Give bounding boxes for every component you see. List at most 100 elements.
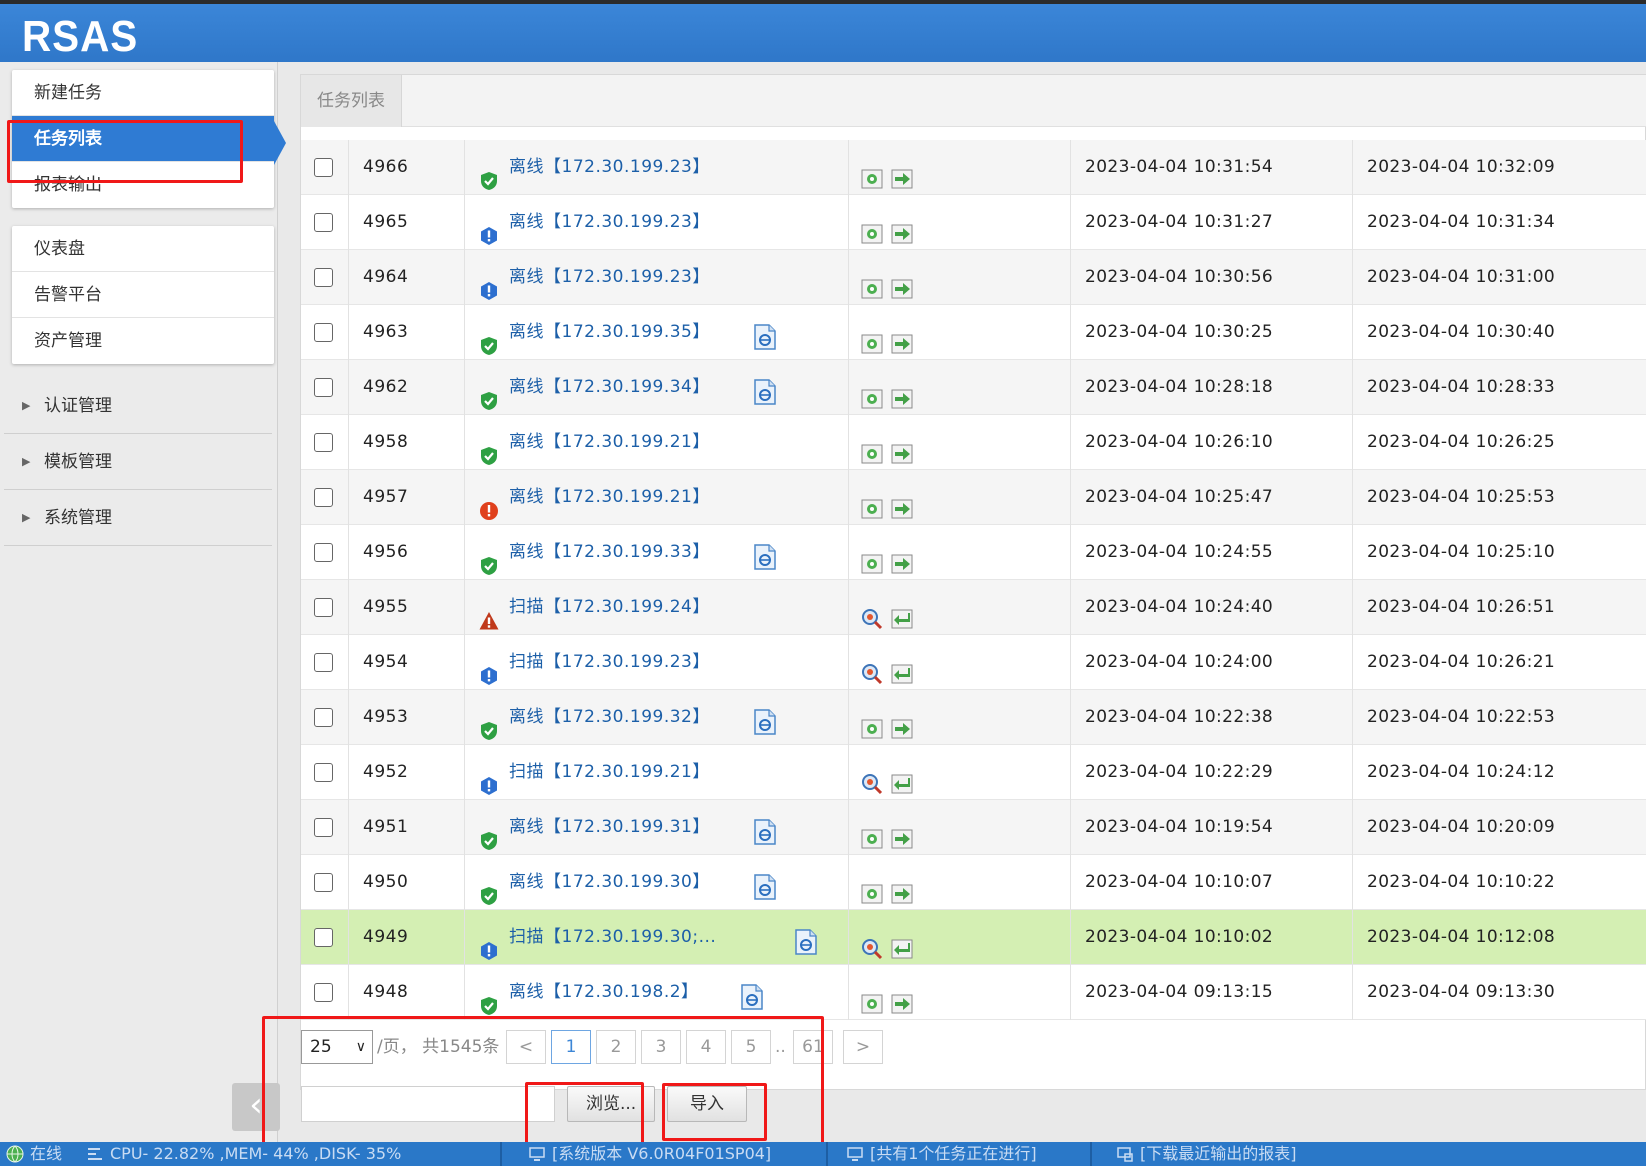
- page-size-select[interactable]: 25 ∨: [301, 1030, 373, 1064]
- task-op-primary[interactable]: [861, 158, 883, 189]
- table-row[interactable]: 4956 离线【172.30.199.33】 2023-04-04 10:24:55…: [301, 525, 1646, 580]
- view-report-button[interactable]: [752, 539, 778, 570]
- task-op-secondary[interactable]: [891, 928, 913, 959]
- table-row[interactable]: 4962 离线【172.30.199.34】 2023-04-04 10:28:18…: [301, 360, 1646, 415]
- task-op-primary[interactable]: [861, 543, 883, 574]
- table-row[interactable]: 4963 离线【172.30.199.35】 2023-04-04 10:30:25…: [301, 305, 1646, 360]
- task-op-secondary[interactable]: [891, 158, 913, 189]
- task-name-link[interactable]: 离线【172.30.199.34】: [509, 360, 710, 415]
- table-row[interactable]: 4949 扫描【172.30.199.30;... 2023-04-04 10:10…: [301, 910, 1646, 965]
- row-checkbox[interactable]: [314, 983, 333, 1002]
- task-name-link[interactable]: 离线【172.30.199.23】: [509, 195, 710, 250]
- row-checkbox[interactable]: [314, 543, 333, 562]
- row-checkbox[interactable]: [314, 873, 333, 892]
- task-op-secondary[interactable]: [891, 543, 913, 574]
- table-row[interactable]: 4952 扫描【172.30.199.21】 2023-04-04 10:22:29…: [301, 745, 1646, 800]
- task-op-primary[interactable]: [861, 818, 883, 849]
- sidebar-item-dashboard[interactable]: 仪表盘: [12, 226, 274, 272]
- task-op-primary[interactable]: [861, 983, 883, 1014]
- row-checkbox[interactable]: [314, 158, 333, 177]
- task-op-primary[interactable]: [861, 433, 883, 464]
- view-report-button[interactable]: [752, 319, 778, 350]
- task-op-primary[interactable]: [861, 598, 883, 630]
- row-checkbox[interactable]: [314, 488, 333, 507]
- status-download-report[interactable]: [下载最近输出的报表]: [1110, 1142, 1297, 1166]
- table-row[interactable]: 4966 离线【172.30.199.23】 2023-04-04 10:31:54…: [301, 140, 1646, 195]
- file-path-input[interactable]: [301, 1086, 555, 1122]
- sidebar-item-report-output[interactable]: 报表输出: [12, 162, 274, 208]
- next-page-button[interactable]: >: [843, 1030, 883, 1064]
- task-op-secondary[interactable]: [891, 268, 913, 299]
- task-op-secondary[interactable]: [891, 708, 913, 739]
- page-button-5[interactable]: 5: [731, 1030, 771, 1064]
- task-name-link[interactable]: 离线【172.30.199.31】: [509, 800, 710, 855]
- prev-page-button[interactable]: <: [506, 1030, 546, 1064]
- table-row[interactable]: 4953 离线【172.30.199.32】 2023-04-04 10:22:38…: [301, 690, 1646, 745]
- import-button[interactable]: 导入: [667, 1086, 747, 1122]
- task-name-link[interactable]: 扫描【172.30.199.24】: [509, 580, 710, 635]
- status-running-tasks[interactable]: [共有1个任务正在进行]: [840, 1142, 1037, 1166]
- task-op-secondary[interactable]: [891, 213, 913, 244]
- row-checkbox[interactable]: [314, 323, 333, 342]
- task-op-secondary[interactable]: [891, 433, 913, 464]
- page-button-1[interactable]: 1: [551, 1030, 591, 1064]
- task-name-link[interactable]: 离线【172.30.199.21】: [509, 415, 710, 470]
- task-op-secondary[interactable]: [891, 983, 913, 1014]
- task-op-primary[interactable]: [861, 488, 883, 519]
- sidebar-group-template[interactable]: ▶ 模板管理: [4, 434, 272, 490]
- row-checkbox[interactable]: [314, 378, 333, 397]
- task-name-link[interactable]: 扫描【172.30.199.30;...: [509, 910, 716, 965]
- page-button-4[interactable]: 4: [686, 1030, 726, 1064]
- view-report-button[interactable]: [752, 374, 778, 405]
- row-checkbox[interactable]: [314, 213, 333, 232]
- page-button-3[interactable]: 3: [641, 1030, 681, 1064]
- table-row[interactable]: 4957 离线【172.30.199.21】 2023-04-04 10:25:47…: [301, 470, 1646, 525]
- task-op-secondary[interactable]: [891, 598, 913, 629]
- view-report-button[interactable]: [752, 704, 778, 735]
- sidebar-item-task-list[interactable]: 任务列表: [12, 116, 274, 162]
- task-name-link[interactable]: 离线【172.30.199.33】: [509, 525, 710, 580]
- table-row[interactable]: 4951 离线【172.30.199.31】 2023-04-04 10:19:54…: [301, 800, 1646, 855]
- task-op-secondary[interactable]: [891, 653, 913, 684]
- task-name-link[interactable]: 扫描【172.30.199.23】: [509, 635, 710, 690]
- task-op-secondary[interactable]: [891, 488, 913, 519]
- sidebar-item-alert-platform[interactable]: 告警平台: [12, 272, 274, 318]
- row-checkbox[interactable]: [314, 268, 333, 287]
- sidebar-item-new-task[interactable]: 新建任务: [12, 70, 274, 116]
- task-op-secondary[interactable]: [891, 323, 913, 354]
- task-op-primary[interactable]: [861, 378, 883, 409]
- table-row[interactable]: 4948 离线【172.30.198.2】 2023-04-04 09:13:15 2…: [301, 965, 1646, 1020]
- task-op-secondary[interactable]: [891, 818, 913, 849]
- row-checkbox[interactable]: [314, 763, 333, 782]
- browse-button[interactable]: 浏览...: [567, 1086, 656, 1122]
- table-row[interactable]: 4954 扫描【172.30.199.23】 2023-04-04 10:24:00…: [301, 635, 1646, 690]
- task-op-primary[interactable]: [861, 873, 883, 904]
- task-name-link[interactable]: 离线【172.30.199.30】: [509, 855, 710, 910]
- task-op-primary[interactable]: [861, 928, 883, 960]
- page-button-last[interactable]: 61: [793, 1030, 833, 1064]
- task-op-secondary[interactable]: [891, 873, 913, 904]
- task-op-primary[interactable]: [861, 653, 883, 685]
- page-button-2[interactable]: 2: [596, 1030, 636, 1064]
- sidebar-group-auth[interactable]: ▶ 认证管理: [4, 378, 272, 434]
- task-name-link[interactable]: 扫描【172.30.199.21】: [509, 745, 710, 800]
- sidebar-group-system[interactable]: ▶ 系统管理: [4, 490, 272, 546]
- view-report-button[interactable]: [752, 869, 778, 900]
- task-name-link[interactable]: 离线【172.30.199.35】: [509, 305, 710, 360]
- task-op-primary[interactable]: [861, 708, 883, 739]
- task-name-link[interactable]: 离线【172.30.199.23】: [509, 140, 710, 195]
- row-checkbox[interactable]: [314, 708, 333, 727]
- row-checkbox[interactable]: [314, 653, 333, 672]
- task-op-primary[interactable]: [861, 763, 883, 795]
- task-op-primary[interactable]: [861, 268, 883, 299]
- row-checkbox[interactable]: [314, 433, 333, 452]
- row-checkbox[interactable]: [314, 598, 333, 617]
- view-report-button[interactable]: [752, 814, 778, 845]
- row-checkbox[interactable]: [314, 928, 333, 947]
- task-op-secondary[interactable]: [891, 378, 913, 409]
- task-name-link[interactable]: 离线【172.30.199.21】: [509, 470, 710, 525]
- sidebar-item-asset-management[interactable]: 资产管理: [12, 318, 274, 364]
- task-name-link[interactable]: 离线【172.30.199.23】: [509, 250, 710, 305]
- collapse-sidebar-button[interactable]: ‹: [232, 1083, 280, 1131]
- task-op-primary[interactable]: [861, 323, 883, 354]
